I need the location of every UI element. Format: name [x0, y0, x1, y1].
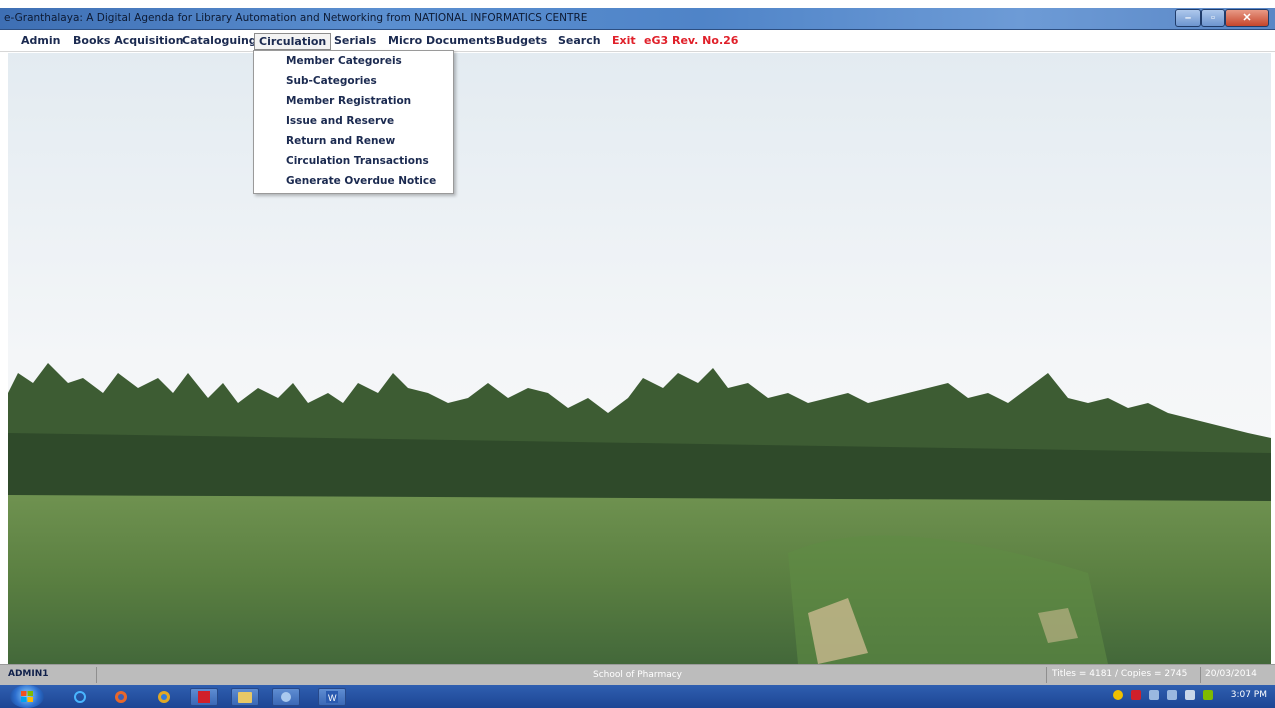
menu-item-return-and-renew[interactable]: Return and Renew	[286, 135, 395, 147]
window-controls: – ▫ ✕	[1175, 9, 1269, 27]
maximize-button[interactable]: ▫	[1201, 9, 1225, 27]
chrome-icon[interactable]	[150, 688, 178, 706]
status-titles-copies: Titles = 4181 / Copies = 2745	[1052, 669, 1188, 679]
revision-label: eG3 Rev. No.26	[644, 34, 739, 47]
tray-flag-icon[interactable]	[1148, 690, 1159, 700]
svg-text:W: W	[328, 693, 337, 703]
status-bar: ADMIN1 School of Pharmacy Titles = 4181 …	[0, 664, 1275, 685]
word-icon[interactable]: W	[318, 688, 346, 706]
menu-search[interactable]: Search	[558, 33, 601, 50]
main-content	[0, 53, 1275, 664]
menu-circulation[interactable]: Circulation	[254, 33, 332, 50]
menu-serials[interactable]: Serials	[334, 33, 376, 50]
system-tray: 3:07 PM	[1112, 690, 1267, 700]
background-image	[8, 53, 1271, 664]
menu-books-acquisition[interactable]: Books Acquisition	[73, 33, 183, 50]
tray-power-icon[interactable]	[1202, 690, 1213, 700]
start-button[interactable]	[10, 685, 44, 708]
tray-network-icon[interactable]	[1166, 690, 1177, 700]
menu-exit[interactable]: Exit	[612, 33, 636, 50]
firefox-icon[interactable]	[107, 688, 135, 706]
menu-item-issue-and-reserve[interactable]: Issue and Reserve	[286, 115, 394, 127]
title-bar: e-Granthalaya: A Digital Agenda for Libr…	[0, 8, 1275, 30]
taskbar-clock[interactable]: 3:07 PM	[1231, 690, 1267, 700]
menu-budgets[interactable]: Budgets	[496, 33, 547, 50]
app-icon[interactable]	[272, 688, 300, 706]
landscape-illustration	[8, 53, 1271, 664]
windows-logo-icon	[21, 691, 33, 702]
status-separator	[1200, 667, 1201, 683]
menu-bar: Admin Books Acquisition Cataloguing Circ…	[0, 30, 1275, 52]
menu-admin[interactable]: Admin	[21, 33, 60, 50]
file-explorer-icon[interactable]	[231, 688, 259, 706]
status-separator	[1046, 667, 1047, 683]
tray-antivirus-icon[interactable]	[1130, 690, 1141, 700]
internet-explorer-icon[interactable]	[66, 688, 94, 706]
menu-item-member-categories[interactable]: Member Categoreis	[286, 55, 402, 67]
menu-item-member-registration[interactable]: Member Registration	[286, 95, 411, 107]
status-date: 20/03/2014	[1205, 669, 1257, 679]
menu-item-circulation-transactions[interactable]: Circulation Transactions	[286, 155, 429, 167]
taskbar: W 3:07 PM	[0, 685, 1275, 708]
tray-volume-icon[interactable]	[1184, 690, 1195, 700]
tray-app-icon[interactable]	[1112, 690, 1123, 700]
menu-micro-documents[interactable]: Micro Documents	[388, 33, 496, 50]
pdf-reader-icon[interactable]	[190, 688, 218, 706]
menu-cataloguing[interactable]: Cataloguing	[182, 33, 257, 50]
close-button[interactable]: ✕	[1225, 9, 1269, 27]
menu-item-sub-categories[interactable]: Sub-Categories	[286, 75, 377, 87]
minimize-button[interactable]: –	[1175, 9, 1201, 27]
circulation-dropdown-menu: Member Categoreis Sub-Categories Member …	[253, 50, 454, 194]
window-title: e-Granthalaya: A Digital Agenda for Libr…	[4, 12, 588, 24]
menu-item-generate-overdue-notice[interactable]: Generate Overdue Notice	[286, 175, 436, 187]
